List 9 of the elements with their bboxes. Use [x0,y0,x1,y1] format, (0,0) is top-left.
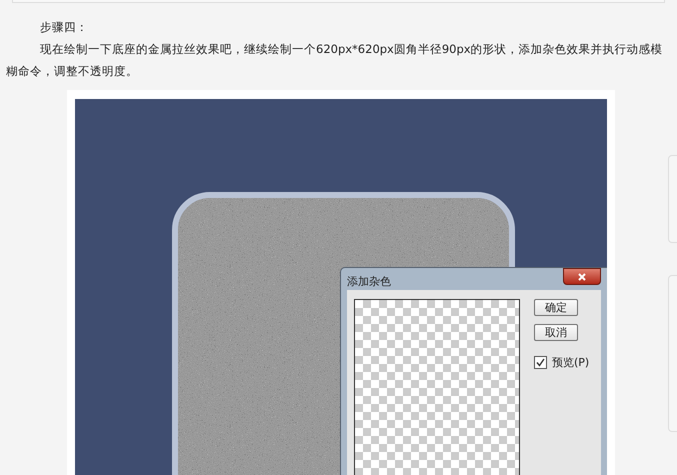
article-paragraph: 现在绘制一下底座的金属拉丝效果吧，继续绘制一个620px*620px圆角半径90px的形状，添加杂色效果并执行动感模糊命令，调整不透明度。 [6,41,664,80]
dialog-button[interactable]: 取消 [534,324,578,341]
preview-checkbox[interactable]: 预览(P) [534,355,590,370]
dialog-title: 添加杂色 [347,274,391,289]
step-heading: 步骤四： [39,19,89,36]
close-icon [578,272,586,280]
checkbox-box[interactable] [534,356,547,369]
close-button[interactable] [563,268,601,285]
dialog-button[interactable]: 确定 [534,299,578,316]
